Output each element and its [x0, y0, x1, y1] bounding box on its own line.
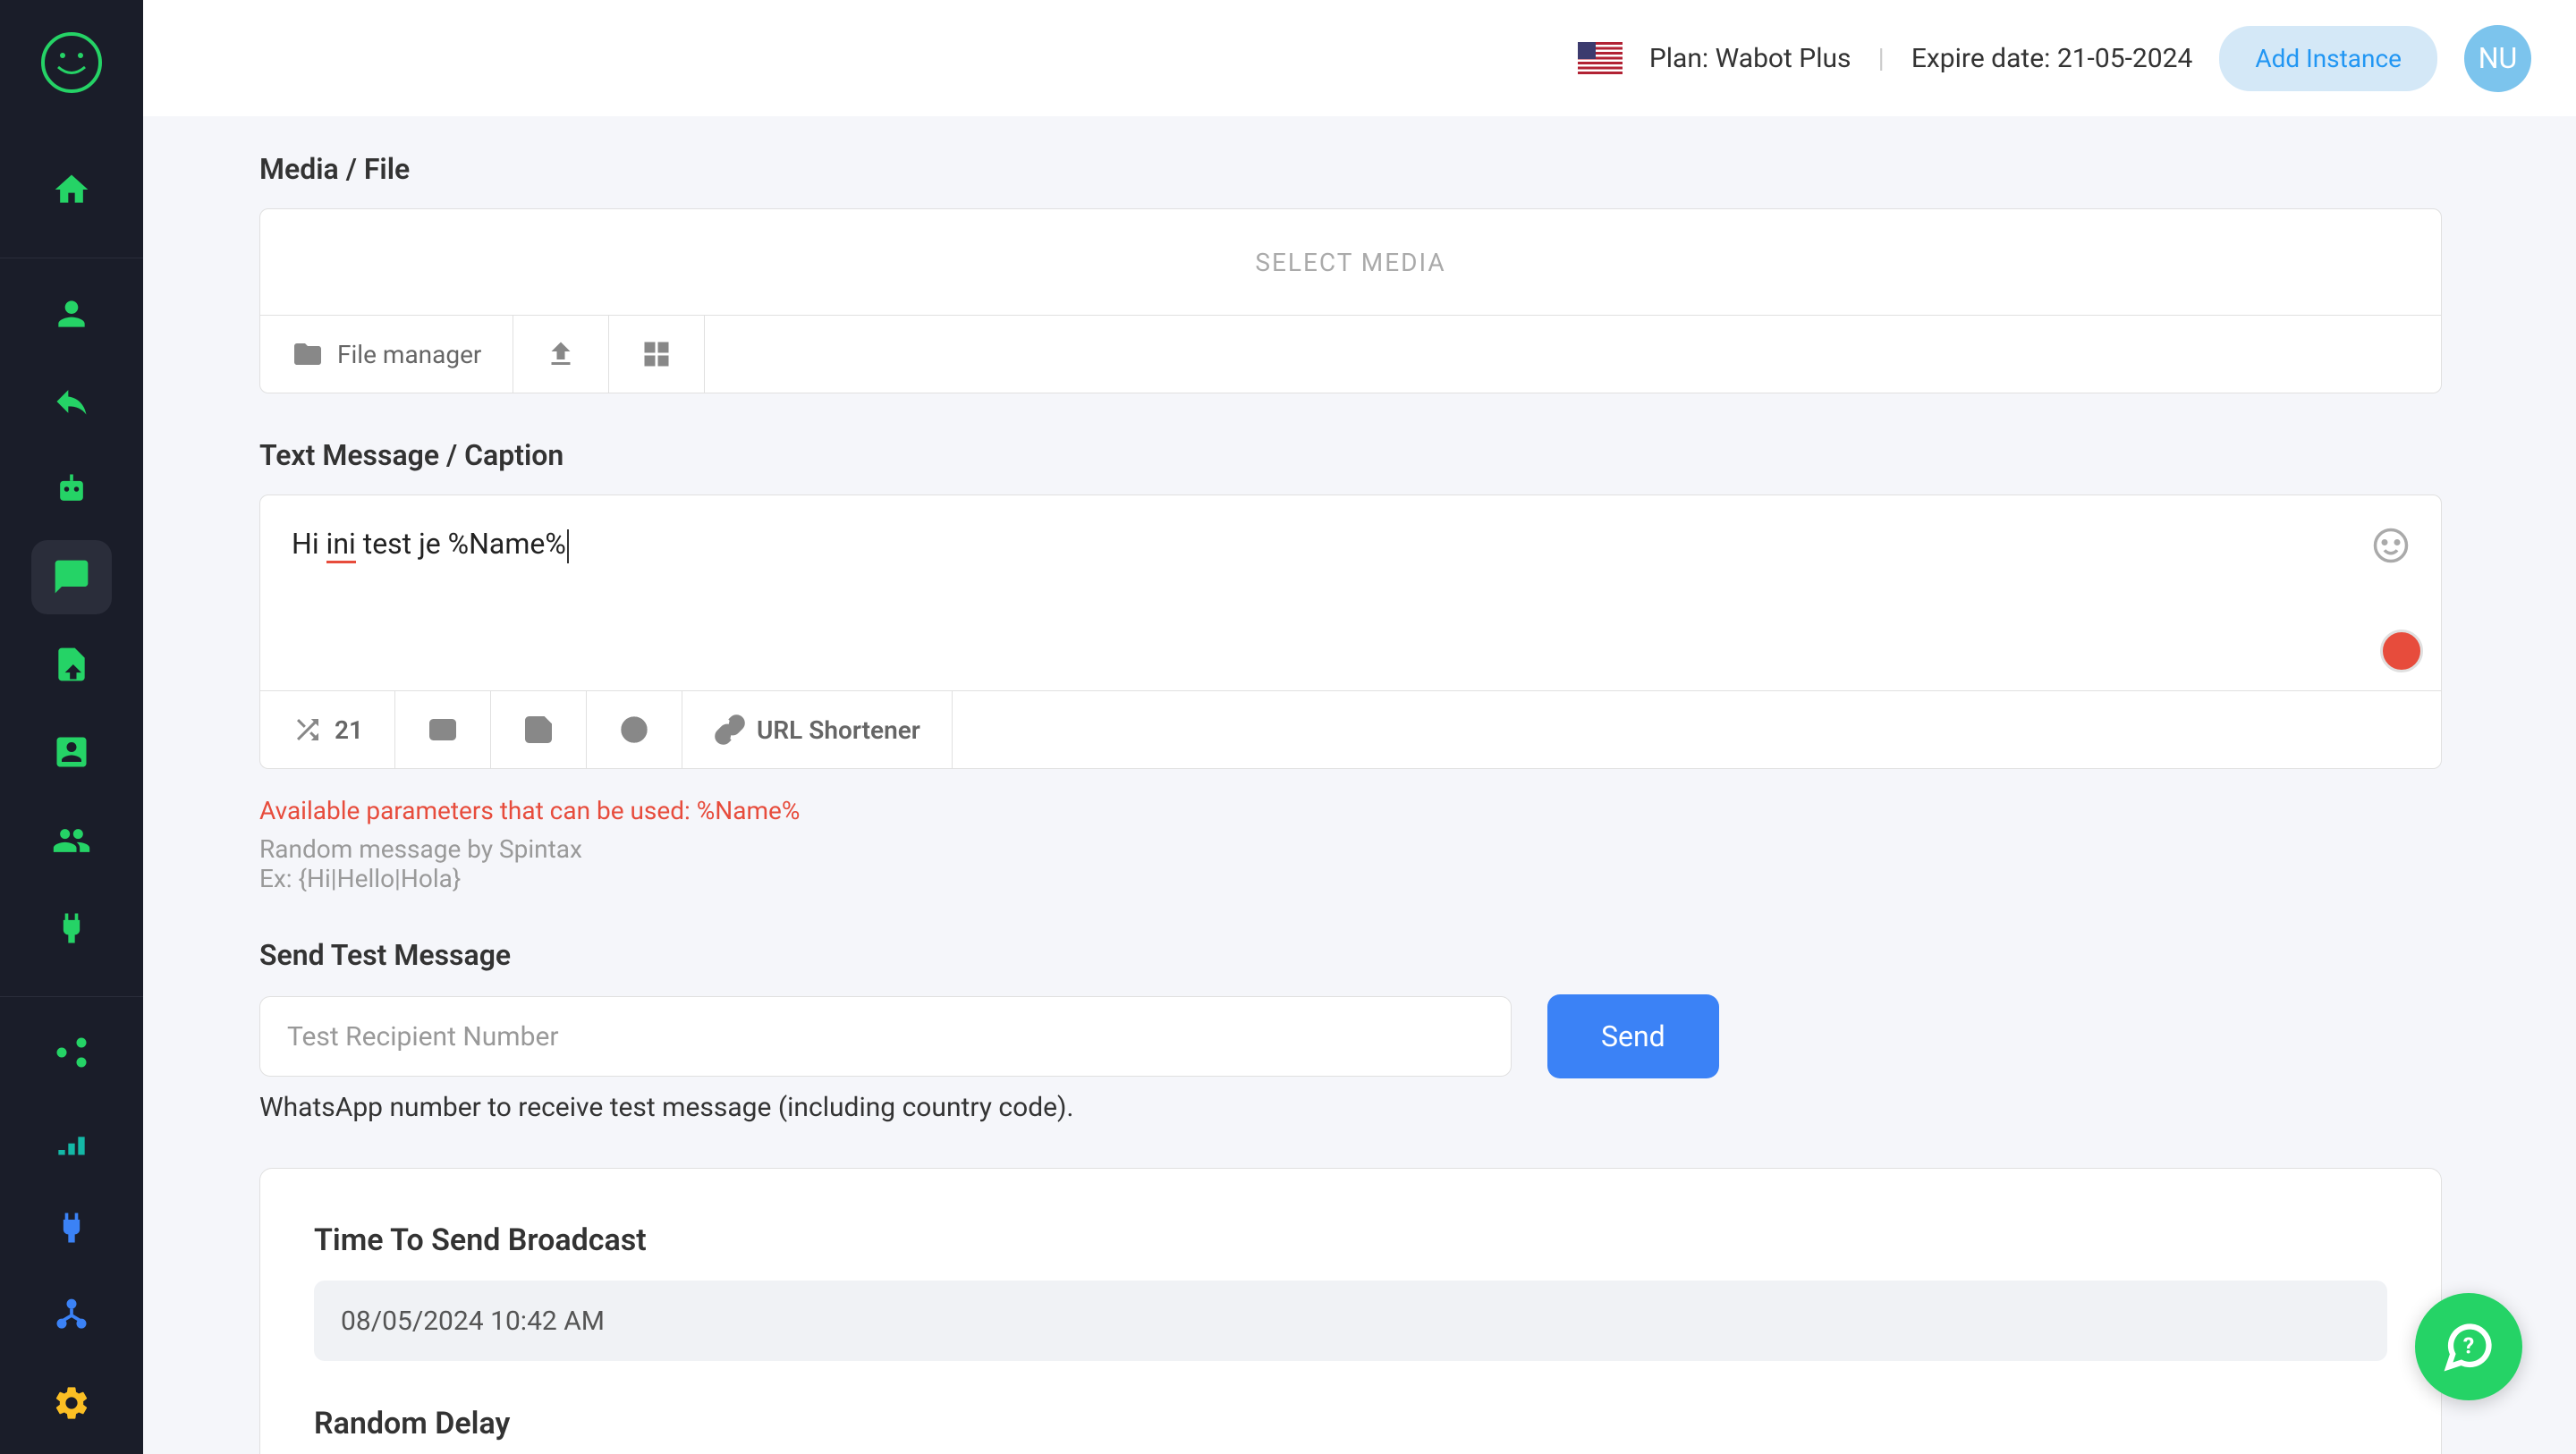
app-logo: [36, 27, 107, 98]
sidebar-item-reply[interactable]: [31, 364, 112, 438]
text-message-label: Text Message / Caption: [259, 438, 2442, 472]
ai-button[interactable]: [587, 691, 682, 768]
file-manager-button[interactable]: File manager: [260, 316, 513, 393]
sidebar-item-home[interactable]: [31, 152, 112, 226]
available-params-text: Available parameters that can be used: %…: [259, 796, 2442, 825]
send-button[interactable]: Send: [1547, 994, 1719, 1078]
sidebar-item-power[interactable]: [31, 1191, 112, 1265]
emoji-button[interactable]: [2372, 527, 2410, 564]
send-test-label: Send Test Message: [259, 938, 2442, 972]
text-editor[interactable]: Hi ini test je %Name%: [259, 495, 2442, 691]
sidebar-item-profile[interactable]: [31, 276, 112, 351]
header: Plan: Wabot Plus | Expire date: 21-05-20…: [143, 0, 2576, 116]
random-delay-label: Random Delay: [314, 1406, 2387, 1441]
sidebar-item-plugin[interactable]: [31, 891, 112, 965]
select-media-button[interactable]: SELECT MEDIA: [259, 208, 2442, 316]
sidebar-item-bot[interactable]: [31, 452, 112, 526]
help-fab-button[interactable]: ?: [2415, 1293, 2522, 1400]
sidebar-item-chat[interactable]: [31, 540, 112, 614]
main-content: Plan: Wabot Plus | Expire date: 21-05-20…: [143, 0, 2576, 1454]
folder-icon: [292, 338, 324, 370]
content-area: Media / File SELECT MEDIA File manager T…: [143, 116, 2576, 1454]
datetime-input[interactable]: [314, 1281, 2387, 1361]
grid-icon: [640, 338, 673, 370]
sidebar-item-share[interactable]: [31, 1015, 112, 1089]
ai-icon: [618, 714, 650, 746]
upload-button[interactable]: [513, 316, 609, 393]
grid-button[interactable]: [609, 316, 705, 393]
save-icon: [522, 714, 555, 746]
media-section-label: Media / File: [259, 152, 2442, 186]
test-help-text: WhatsApp number to receive test message …: [259, 1092, 2442, 1123]
sidebar-item-stats[interactable]: [31, 1103, 112, 1177]
file-manager-label: File manager: [337, 340, 481, 369]
upload-icon: [545, 338, 577, 370]
sidebar-item-export[interactable]: [31, 628, 112, 702]
char-count-button[interactable]: 21: [260, 691, 395, 768]
plan-label: Plan: Wabot Plus: [1649, 43, 1852, 74]
record-button[interactable]: [2380, 630, 2423, 672]
sidebar-item-settings[interactable]: [31, 1366, 112, 1441]
add-instance-button[interactable]: Add Instance: [2219, 26, 2437, 91]
flag-icon[interactable]: [1578, 42, 1623, 74]
avatar[interactable]: NU: [2464, 25, 2531, 92]
sidebar-item-org[interactable]: [31, 1279, 112, 1353]
sidebar-item-groups[interactable]: [31, 803, 112, 877]
broadcast-time-label: Time To Send Broadcast: [314, 1222, 2387, 1258]
shuffle-icon: [292, 714, 324, 746]
save-template-button[interactable]: [491, 691, 587, 768]
test-recipient-input[interactable]: [259, 996, 1512, 1077]
sidebar: [0, 0, 143, 1454]
svg-text:?: ?: [2463, 1334, 2474, 1360]
expire-label: Expire date: 21-05-2024: [1911, 43, 2192, 74]
message-icon: [427, 714, 459, 746]
editor-toolbar: 21 URL Shortener: [259, 691, 2442, 769]
broadcast-settings-card: Time To Send Broadcast Random Delay Mess…: [259, 1168, 2442, 1454]
link-icon: [714, 714, 746, 746]
sidebar-item-contacts[interactable]: [31, 715, 112, 790]
template-button[interactable]: [395, 691, 491, 768]
media-toolbar: File manager: [259, 316, 2442, 393]
url-shortener-button[interactable]: URL Shortener: [682, 691, 953, 768]
spintax-hint: Random message by Spintax Ex: {Hi|Hello|…: [259, 834, 2442, 893]
